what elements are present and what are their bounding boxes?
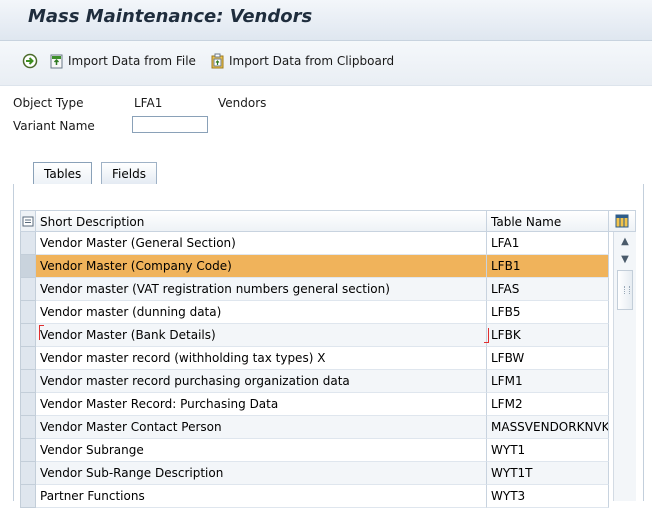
layout-config-button[interactable]	[609, 210, 636, 232]
row-description: Partner Functions	[36, 485, 487, 508]
select-all-icon	[22, 216, 34, 227]
arrow-up-icon: ▲	[621, 235, 629, 247]
focus-marker-right	[484, 328, 489, 343]
table-row[interactable]: Vendor Master Record: Purchasing Data LF…	[20, 393, 609, 416]
row-selector[interactable]	[20, 393, 36, 416]
variant-name-input[interactable]	[132, 116, 208, 133]
import-clipboard-label: Import Data from Clipboard	[229, 54, 395, 68]
table-row[interactable]: Vendor master (VAT registration numbers …	[20, 278, 609, 301]
grid-rows: Vendor Master (General Section) LFA1 Ven…	[20, 232, 609, 508]
table-row[interactable]: Vendor Master (General Section) LFA1	[20, 232, 609, 255]
tables-grid: Short Description Table Name	[20, 210, 636, 232]
row-selector[interactable]	[20, 278, 36, 301]
row-description: Vendor master (dunning data)	[36, 301, 487, 324]
import-file-button[interactable]: Import Data from File	[49, 53, 196, 69]
upload-file-icon	[50, 54, 63, 69]
row-selector[interactable]	[20, 370, 36, 393]
row-table-name: LFBW	[487, 347, 609, 370]
column-header-table-name[interactable]: Table Name	[487, 210, 609, 232]
grid-header: Short Description Table Name	[20, 210, 636, 232]
row-description: Vendor Sub-Range Description	[36, 462, 487, 485]
table-row-selected[interactable]: Vendor Master (Company Code) LFB1	[20, 255, 609, 278]
row-description: Vendor Master Contact Person	[36, 416, 487, 439]
row-table-name: LFB5	[487, 301, 609, 324]
row-selector[interactable]	[20, 232, 36, 255]
row-selector[interactable]	[20, 324, 36, 347]
table-row[interactable]: Vendor Sub-Range Description WYT1T	[20, 462, 609, 485]
object-type-label: Object Type	[13, 96, 84, 110]
variant-name-label: Variant Name	[13, 119, 95, 133]
arrow-down-icon: ▼	[621, 253, 629, 265]
row-table-name: LFB1	[487, 255, 609, 278]
row-table-name: MASSVENDORKNVK	[487, 416, 609, 439]
table-row[interactable]: Vendor master (dunning data) LFB5	[20, 301, 609, 324]
table-row[interactable]: Vendor master record purchasing organiza…	[20, 370, 609, 393]
table-row[interactable]: Vendor master record (withholding tax ty…	[20, 347, 609, 370]
row-table-name: LFM1	[487, 370, 609, 393]
row-description: Vendor Subrange	[36, 439, 487, 462]
grip-icon	[624, 286, 630, 294]
title-bar: Mass Maintenance: Vendors	[0, 0, 652, 41]
row-table-name: LFAS	[487, 278, 609, 301]
table-row[interactable]: Partner Functions WYT3	[20, 485, 609, 508]
select-all-button[interactable]	[20, 210, 36, 232]
row-description: Vendor Master (Bank Details)	[36, 324, 487, 347]
import-clipboard-button[interactable]: Import Data from Clipboard	[210, 53, 394, 69]
layout-config-icon	[615, 214, 629, 228]
scroll-up-button[interactable]: ▲	[614, 232, 636, 250]
row-table-name: LFBK	[487, 324, 609, 347]
row-table-name: WYT3	[487, 485, 609, 508]
scroll-down-button[interactable]: ▼	[614, 250, 636, 268]
table-row[interactable]: Vendor Master (Bank Details) LFBK	[20, 324, 609, 347]
focus-marker-left	[39, 325, 44, 340]
row-selector[interactable]	[20, 255, 36, 278]
import-file-label: Import Data from File	[68, 54, 196, 68]
row-description: Vendor Master (Company Code)	[36, 255, 487, 278]
row-selector[interactable]	[20, 416, 36, 439]
clipboard-icon	[211, 53, 224, 69]
object-type-description: Vendors	[218, 96, 267, 110]
table-row[interactable]: Vendor Subrange WYT1	[20, 439, 609, 462]
row-description: Vendor Master (General Section)	[36, 232, 487, 255]
column-header-short-description[interactable]: Short Description	[36, 210, 487, 232]
row-selector[interactable]	[20, 462, 36, 485]
tab-strip: Tables Fields	[13, 158, 642, 185]
row-selector[interactable]	[20, 485, 36, 508]
row-table-name: WYT1	[487, 439, 609, 462]
row-table-name: LFA1	[487, 232, 609, 255]
row-selector[interactable]	[20, 301, 36, 324]
execute-button[interactable]	[22, 53, 38, 69]
row-selector[interactable]	[20, 347, 36, 370]
object-type-code: LFA1	[134, 96, 163, 110]
tab-tables[interactable]: Tables	[33, 162, 93, 184]
scroll-thumb[interactable]	[617, 270, 633, 310]
row-table-name: LFM2	[487, 393, 609, 416]
row-description: Vendor Master Record: Purchasing Data	[36, 393, 487, 416]
application-toolbar: Import Data from File Import Data from C…	[0, 41, 652, 86]
row-selector[interactable]	[20, 439, 36, 462]
execute-icon	[22, 53, 38, 69]
row-description: Vendor master (VAT registration numbers …	[36, 278, 487, 301]
row-description: Vendor master record (withholding tax ty…	[36, 347, 487, 370]
page-title: Mass Maintenance: Vendors	[28, 6, 313, 27]
tab-fields[interactable]: Fields	[101, 162, 157, 184]
row-description: Vendor master record purchasing organiza…	[36, 370, 487, 393]
vertical-scrollbar[interactable]: ▲ ▼	[613, 232, 636, 501]
table-row[interactable]: Vendor Master Contact Person MASSVENDORK…	[20, 416, 609, 439]
row-table-name: WYT1T	[487, 462, 609, 485]
